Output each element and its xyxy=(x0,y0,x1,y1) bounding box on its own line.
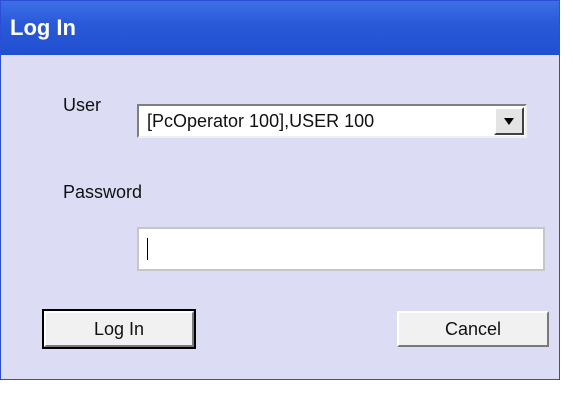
login-dialog: Log In User [PcOperator 100],USER 100 Pa… xyxy=(0,0,560,380)
password-label: Password xyxy=(63,182,143,202)
title-bar[interactable]: Log In xyxy=(1,1,559,55)
password-field[interactable] xyxy=(137,227,545,271)
chevron-down-icon xyxy=(504,118,514,125)
user-select-dropdown-button[interactable] xyxy=(494,107,524,135)
user-label: User xyxy=(63,95,102,115)
user-select[interactable]: [PcOperator 100],USER 100 xyxy=(137,104,527,138)
login-button[interactable]: Log In xyxy=(42,309,196,349)
text-caret xyxy=(147,238,148,260)
window-title: Log In xyxy=(10,15,76,40)
cancel-button[interactable]: Cancel xyxy=(397,311,549,347)
user-select-value: [PcOperator 100],USER 100 xyxy=(147,111,375,131)
